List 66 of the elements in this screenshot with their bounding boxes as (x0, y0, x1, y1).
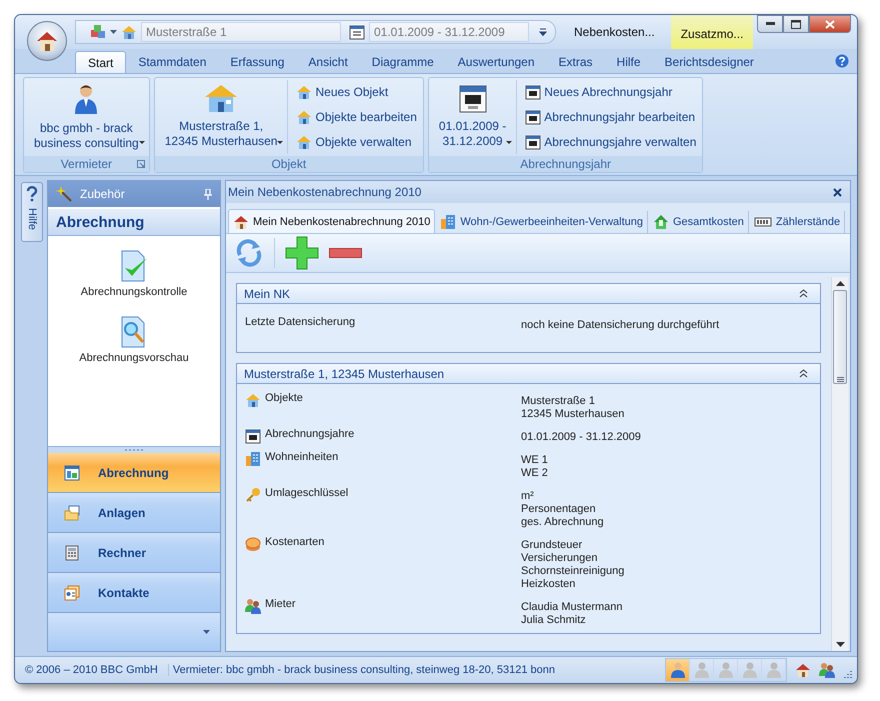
document-tab[interactable]: Mein Nebenkostenabrechnung 2010 (228, 209, 436, 233)
copyright-text: © 2006 – 2010 BBC GmbH (15, 664, 169, 676)
field-label: Abrechnungsjahre (265, 428, 354, 440)
tool-item[interactable]: Abrechnungsvorschau (79, 316, 189, 364)
panel-title: Musterstraße 1, 12345 Musterhausen (244, 366, 444, 380)
field-value: ges. Abrechnung (521, 516, 605, 529)
field-value: noch keine Datensicherung durchgeführt (521, 319, 720, 332)
document-tab[interactable]: Wohn-/Gewerbeeinheiten-Verwaltung (436, 211, 648, 233)
ribbon-tab[interactable]: Start (75, 51, 126, 73)
field-label: Objekte (265, 392, 303, 404)
field-label: Mieter (265, 598, 296, 610)
group-title: Objekt (271, 157, 306, 171)
field-value: Personentagen (521, 503, 597, 516)
ribbon-tab[interactable]: Stammdaten (126, 51, 218, 73)
field-value: Heizkosten (521, 578, 576, 591)
ribbon-tab[interactable]: Ansicht (296, 51, 360, 73)
ribbon-button[interactable]: Objekte verwalten (294, 132, 419, 151)
period-field[interactable]: 01.01.2009 - 31.12.2009 (369, 22, 529, 42)
group-title: Abrechnungsjahr (520, 157, 611, 171)
side-tab-label: Hilfe (26, 208, 38, 230)
landlord-info: Vermieter: bbc gmbh - brack business consulting, steinweg 18-20, 53121 bonn (172, 664, 556, 676)
tool-item[interactable]: Abrechnungskontrolle (80, 250, 188, 298)
field-label: Kostenarten (265, 536, 324, 548)
field-value: Schornsteinreinigung (521, 565, 626, 578)
navigation-button[interactable]: Kontakte (48, 573, 220, 613)
ribbon-button[interactable]: Neues Abrechnungsjahr (523, 83, 698, 102)
field-value: m² (521, 490, 535, 503)
ribbon-button[interactable]: Abrechnungsjahr bearbeiten (523, 108, 698, 126)
field-value: Grundsteuer (521, 539, 584, 552)
field-value: Musterstraße 1 (521, 395, 596, 408)
group-title: Vermieter (60, 157, 112, 171)
field-label: Umlageschlüssel (265, 487, 348, 499)
field-label: Wohneinheiten (265, 451, 338, 463)
ribbon-large-button[interactable]: 01.01.2009 - 31.12.2009 (432, 80, 512, 154)
navigation-button[interactable]: Rechner (48, 533, 220, 573)
ribbon-large-button[interactable]: bbc gmbh - brack business consulting (28, 80, 145, 154)
ribbon-tab[interactable]: Berichtsdesigner (652, 51, 766, 73)
ribbon-button[interactable]: Neues Objekt (294, 83, 419, 102)
object-field[interactable]: Musterstraße 1 (141, 22, 341, 42)
document-tab[interactable]: Zählerstände (750, 211, 846, 233)
ribbon-large-button[interactable]: Musterstraße 1, 12345 Musterhausen (158, 80, 284, 154)
ribbon-tab[interactable]: Auswertungen (446, 51, 547, 73)
ribbon-tab[interactable]: Hilfe (604, 51, 653, 73)
ribbon-tab[interactable]: Diagramme (360, 51, 446, 73)
pane-title: Zubehör (80, 187, 126, 201)
navigation-button[interactable]: Anlagen (48, 493, 220, 533)
field-value: Versicherungen (521, 552, 598, 565)
field-value: 01.01.2009 - 31.12.2009 (521, 431, 642, 444)
ribbon-button[interactable]: Objekte bearbeiten (294, 108, 419, 126)
panel-title: Mein NK (244, 286, 290, 300)
document-title: Mein Nebenkostenabrechnung 2010 (228, 185, 422, 199)
field-value: Claudia Mustermann (521, 601, 624, 614)
field-value: WE 2 (521, 467, 549, 480)
field-value: 12345 Musterhausen (521, 408, 626, 421)
field-value: Julia Schmitz (521, 614, 587, 627)
window-title: Nebenkosten... (574, 25, 655, 39)
ribbon-tab[interactable]: Erfassung (218, 51, 296, 73)
document-tab[interactable]: Gesamtkosten (649, 211, 749, 233)
section-header: Abrechnung (48, 209, 220, 236)
side-tab[interactable]: Hilfe (21, 182, 43, 242)
field-label: Letzte Datensicherung (245, 316, 356, 328)
navigation-button[interactable]: Abrechnung (48, 453, 220, 493)
contextual-tab-header: Zusatzmo... (670, 15, 754, 49)
field-value: WE 1 (521, 454, 549, 467)
ribbon-tab[interactable]: Extras (546, 51, 605, 73)
ribbon-button[interactable]: Abrechnungsjahre verwalten (523, 132, 698, 151)
